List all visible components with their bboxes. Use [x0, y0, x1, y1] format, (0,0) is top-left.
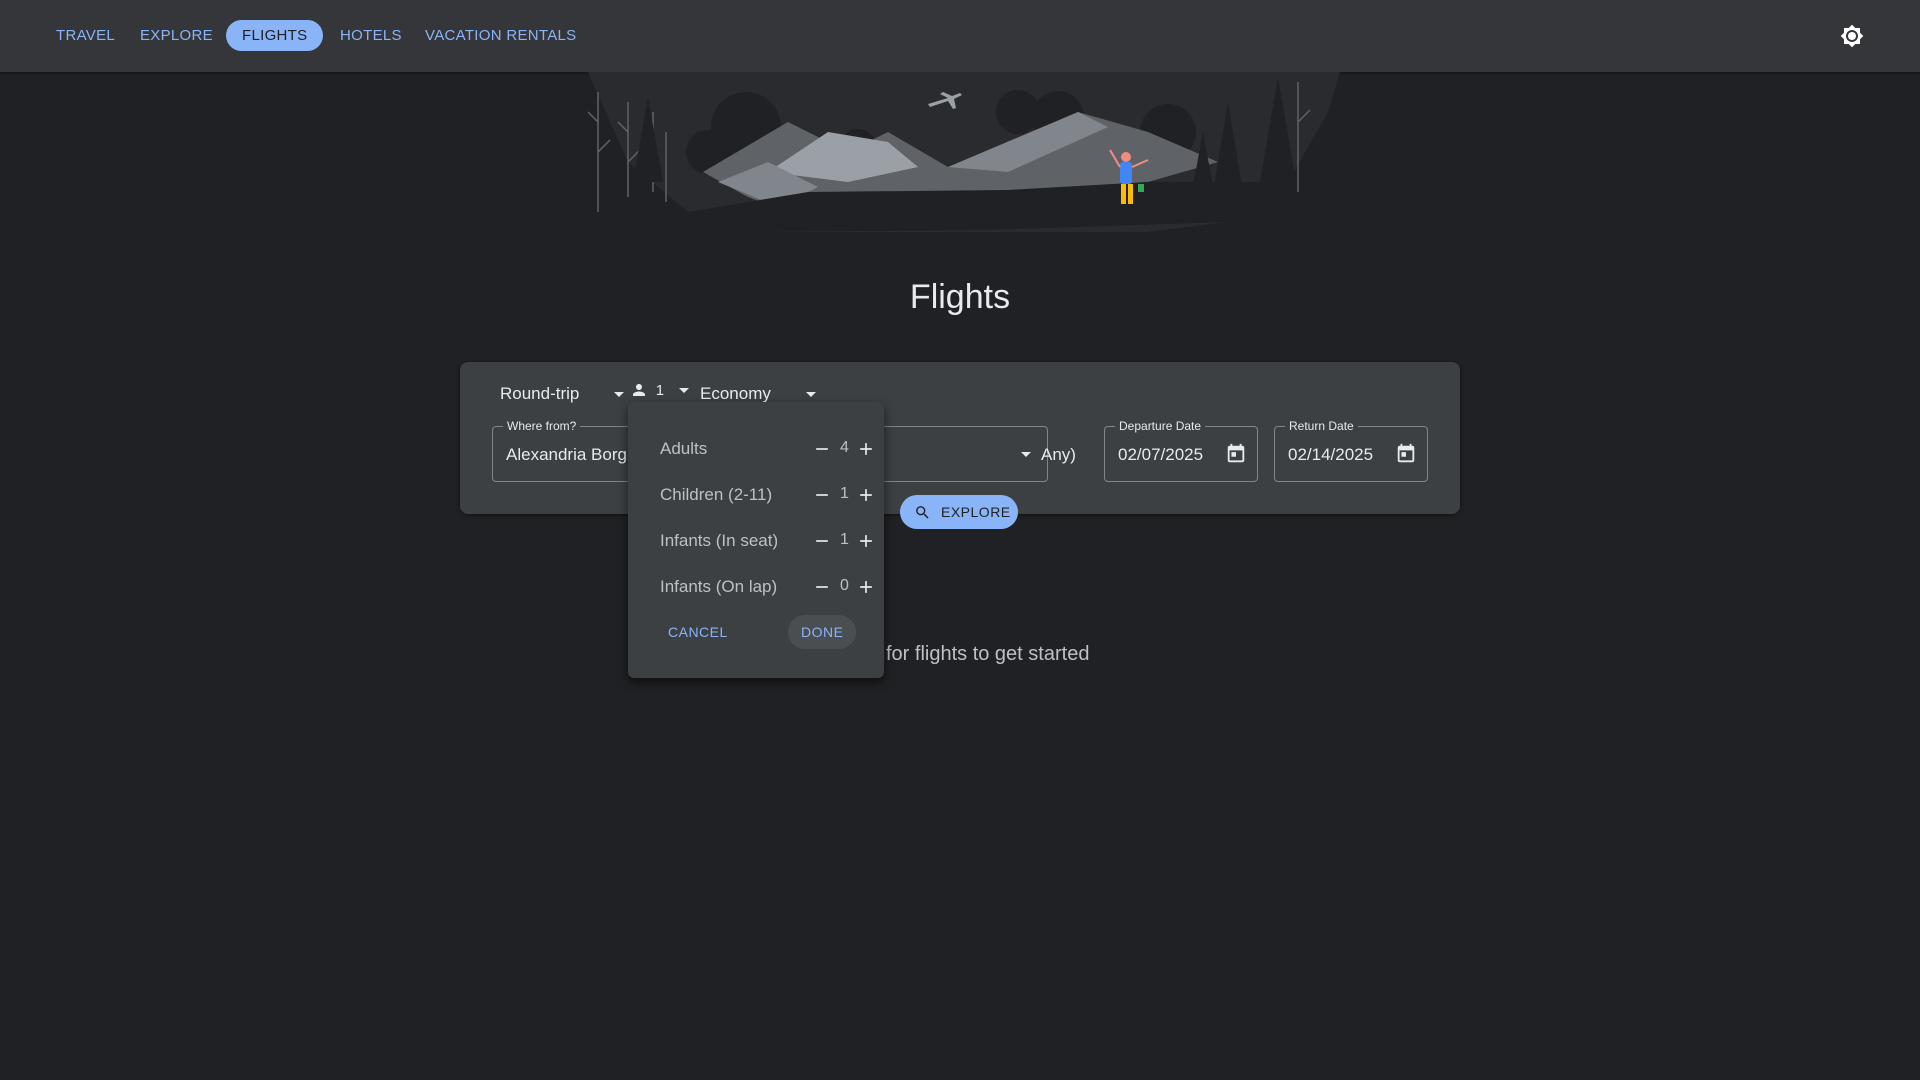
- passenger-row-label: Children (2-11): [660, 485, 773, 504]
- passenger-row-infants-lap: Infants (On lap) 0: [660, 574, 872, 600]
- explore-button[interactable]: EXPLORE: [900, 495, 1018, 529]
- top-nav-bar: TRAVEL EXPLORE FLIGHTS HOTELS VACATION R…: [0, 0, 1920, 72]
- passenger-row-label: Infants (In seat): [660, 531, 779, 550]
- passenger-select[interactable]: 1: [630, 381, 689, 402]
- person-icon: [633, 384, 645, 396]
- empty-state-text: for flights to get started: [886, 643, 1090, 665]
- tab-flights[interactable]: FLIGHTS: [226, 20, 324, 51]
- passenger-row-label: Adults: [660, 439, 708, 458]
- departure-date-label: Departure Date: [1115, 419, 1206, 433]
- cabin-class-value: Economy: [700, 384, 771, 403]
- passenger-row-adults: Adults 4: [660, 436, 872, 462]
- departure-date-value: 02/07/2025: [1118, 445, 1204, 464]
- return-date-value: 02/14/2025: [1288, 445, 1374, 464]
- return-date-field[interactable]: Return Date 02/14/2025: [1274, 419, 1428, 482]
- done-button[interactable]: DONE: [788, 615, 857, 649]
- plus-icon[interactable]: [856, 485, 876, 505]
- trip-type-value: Round-trip: [500, 384, 580, 403]
- page-title: Flights: [909, 278, 1011, 316]
- calendar-icon[interactable]: [1395, 443, 1417, 465]
- return-date-label: Return Date: [1285, 419, 1358, 433]
- tab-explore[interactable]: EXPLORE: [124, 20, 229, 51]
- chevron-down-icon: [614, 392, 625, 398]
- passenger-count-value: 1: [840, 531, 849, 548]
- plus-icon[interactable]: [856, 531, 876, 551]
- trip-type-select[interactable]: Round-trip: [500, 384, 625, 404]
- tab-travel[interactable]: TRAVEL: [40, 20, 131, 51]
- flight-search-card: Round-trip 1 Economy Where from? Alexand…: [460, 362, 1460, 514]
- plus-icon[interactable]: [856, 577, 876, 597]
- passenger-count: 1: [655, 382, 665, 399]
- theme-toggle-button[interactable]: [1836, 22, 1868, 50]
- chevron-down-icon: [678, 388, 689, 393]
- minus-icon[interactable]: [812, 577, 832, 597]
- cancel-button[interactable]: CANCEL: [655, 615, 741, 649]
- passenger-popup: Adults 4 Children (2-11) 1 Infants (In s…: [628, 402, 884, 678]
- passenger-count-value: 1: [840, 485, 849, 502]
- passenger-row-infants-seat: Infants (In seat) 1: [660, 528, 872, 554]
- hero-illustration: [588, 72, 1340, 232]
- minus-icon[interactable]: [812, 485, 832, 505]
- tab-hotels[interactable]: HOTELS: [324, 20, 418, 51]
- passenger-row-label: Infants (On lap): [660, 577, 778, 596]
- chevron-down-icon: [805, 392, 816, 398]
- passenger-count-value: 0: [840, 577, 849, 594]
- passenger-count-value: 4: [840, 439, 849, 456]
- minus-icon[interactable]: [812, 531, 832, 551]
- tab-vacation-rentals[interactable]: VACATION RENTALS: [409, 20, 593, 51]
- explore-button-label: EXPLORE: [941, 504, 1011, 520]
- destination-value: Any): [1041, 445, 1076, 464]
- origin-label: Where from?: [503, 419, 581, 433]
- brightness-icon: [1840, 24, 1864, 48]
- search-icon: [916, 506, 929, 519]
- calendar-icon[interactable]: [1225, 443, 1247, 465]
- origin-value: Alexandria Borg I: [506, 445, 637, 464]
- plus-icon[interactable]: [856, 439, 876, 459]
- departure-date-field[interactable]: Departure Date 02/07/2025: [1104, 419, 1258, 482]
- cabin-class-select[interactable]: Economy: [700, 384, 816, 404]
- passenger-row-children: Children (2-11) 1: [660, 482, 872, 508]
- chevron-down-icon: [1021, 452, 1031, 457]
- minus-icon[interactable]: [812, 439, 832, 459]
